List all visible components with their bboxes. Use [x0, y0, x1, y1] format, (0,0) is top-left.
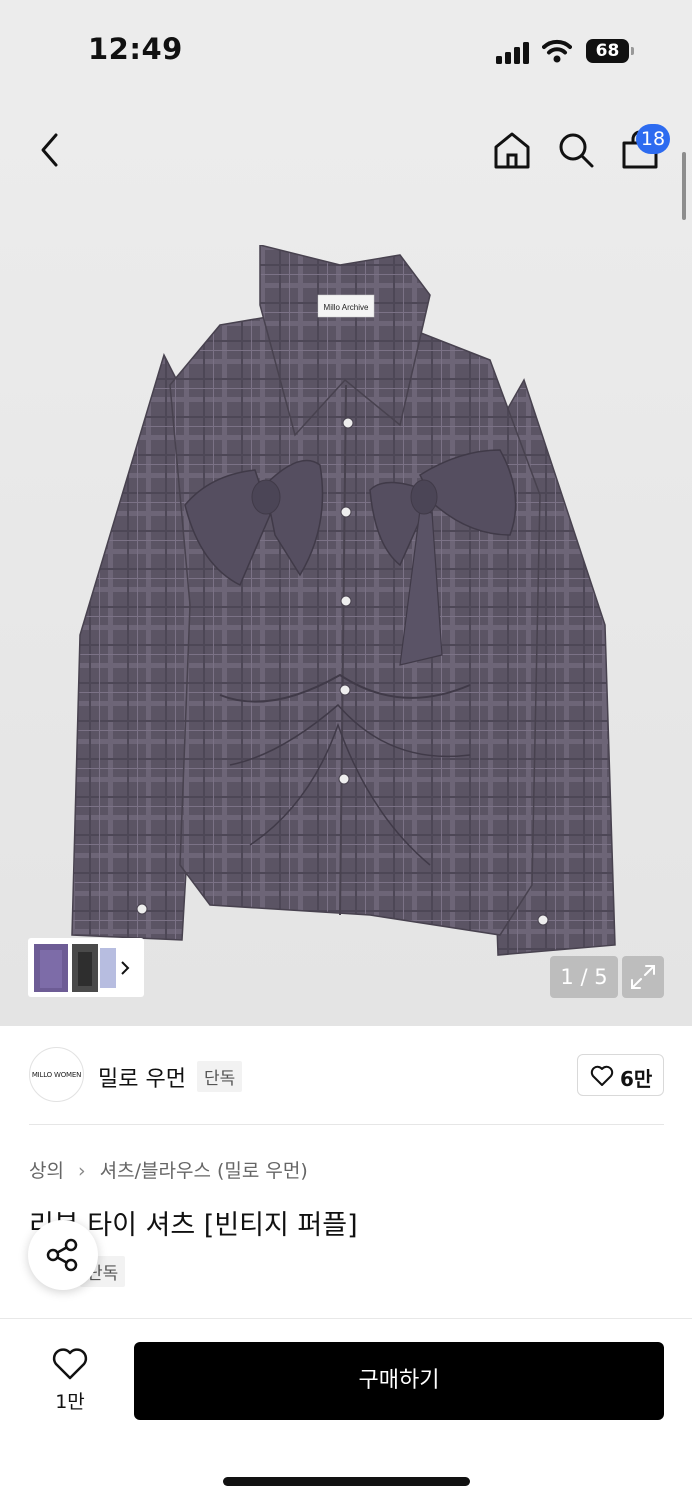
- brand-row[interactable]: MILLO WOMEN 밀로 우먼 단독 6만: [0, 1026, 692, 1126]
- share-icon: [46, 1238, 78, 1272]
- scrollbar[interactable]: [682, 152, 686, 220]
- wifi-icon: [542, 39, 572, 63]
- expand-button[interactable]: [622, 956, 664, 998]
- battery-icon: 68: [586, 39, 634, 63]
- wishlist-count: 1만: [55, 1391, 85, 1413]
- thumbnail-strip[interactable]: [28, 938, 144, 997]
- battery-level: 68: [586, 39, 629, 63]
- cart-count-badge: 18: [636, 124, 670, 154]
- status-time: 12:49: [88, 32, 183, 66]
- divider: [29, 1124, 664, 1125]
- brand-like-button[interactable]: 6만: [577, 1054, 664, 1096]
- search-icon[interactable]: [556, 130, 596, 170]
- exclusive-tag: 단독: [197, 1061, 243, 1092]
- chevron-right-icon: [121, 961, 130, 975]
- brand-like-count: 6만: [620, 1067, 653, 1091]
- expand-icon: [631, 965, 655, 989]
- buy-button[interactable]: 구매하기: [134, 1342, 664, 1420]
- image-counter: 1 / 5: [550, 956, 618, 998]
- cellular-signal-icon: [496, 42, 532, 64]
- bottom-action-bar: 1만 구매하기: [0, 1318, 692, 1500]
- heart-icon: [590, 1065, 614, 1086]
- shirt-brand-label: Millo Archive: [324, 303, 369, 312]
- share-button[interactable]: [28, 1220, 98, 1290]
- brand-name[interactable]: 밀로 우먼: [98, 1061, 186, 1093]
- breadcrumb: 상의 › 셔츠/블라우스 (밀로 우먼): [29, 1156, 308, 1183]
- breadcrumb-separator-icon: ›: [78, 1160, 86, 1182]
- home-indicator[interactable]: [223, 1477, 470, 1486]
- wishlist-heart-icon[interactable]: [52, 1347, 88, 1381]
- breadcrumb-subcategory[interactable]: 셔츠/블라우스 (밀로 우먼): [100, 1156, 308, 1183]
- breadcrumb-category[interactable]: 상의: [29, 1156, 64, 1183]
- home-icon[interactable]: [492, 130, 532, 170]
- brand-logo[interactable]: MILLO WOMEN: [29, 1047, 84, 1102]
- product-image[interactable]: Millo Archive: [70, 245, 630, 965]
- chevron-left-icon[interactable]: [36, 132, 64, 168]
- status-bar: 12:49 68: [0, 0, 692, 100]
